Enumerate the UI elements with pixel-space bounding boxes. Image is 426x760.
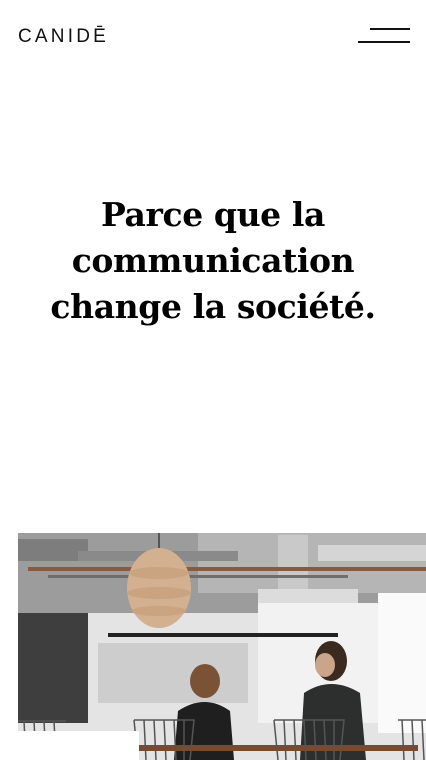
photo-overlay-block [18,731,139,760]
site-header: CANIDĒ [0,0,426,75]
menu-button[interactable] [354,22,416,50]
hamburger-menu-icon [370,28,410,30]
logo[interactable]: CANIDĒ [18,26,109,48]
office-photo [18,533,426,760]
hero-title: Parce que la communication change la soc… [50,195,376,326]
hamburger-menu-icon-line [358,41,410,43]
